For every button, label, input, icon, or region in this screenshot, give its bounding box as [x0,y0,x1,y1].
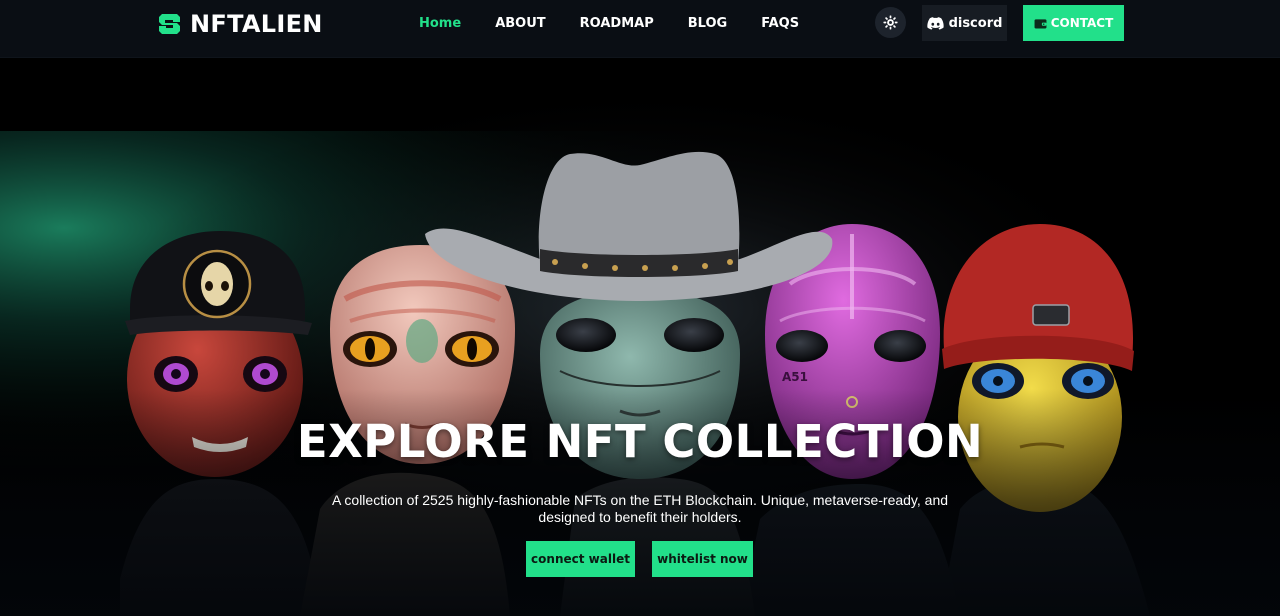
brand-logo[interactable]: NFTALIEN [156,10,323,38]
whitelist-now-button[interactable]: whitelist now [652,541,753,577]
wallet-icon [1034,18,1047,29]
sun-icon [883,15,898,30]
nav-blog[interactable]: BLOG [688,16,727,32]
discord-icon [926,16,944,30]
nav-home[interactable]: Home [419,16,461,32]
contact-label: CONTACT [1050,16,1114,30]
hero-subtitle: A collection of 2525 highly-fashionable … [331,492,949,525]
nav-faqs[interactable]: FAQS [761,16,799,32]
brand-name: NFTALIEN [190,10,323,38]
contact-button[interactable]: CONTACT [1023,5,1124,41]
main-nav: Home ABOUT ROADMAP BLOG FAQS [419,16,833,32]
nav-about[interactable]: ABOUT [495,16,545,32]
hero-title: EXPLORE NFT COLLECTION [296,415,984,468]
discord-button[interactable]: discord [922,5,1007,41]
theme-toggle-button[interactable] [875,7,906,38]
logo-s-icon [159,14,180,34]
navbar: NFTALIEN Home ABOUT ROADMAP BLOG FAQS di… [0,0,1280,58]
svg-text:A51: A51 [782,370,808,384]
nav-roadmap[interactable]: ROADMAP [580,16,654,32]
discord-label: discord [948,15,1003,31]
hero-section: A51 EXPLORE NFT COLLECTION A collection … [0,59,1280,616]
hero-actions: connect wallet whitelist now [526,541,753,577]
connect-wallet-button[interactable]: connect wallet [526,541,635,577]
